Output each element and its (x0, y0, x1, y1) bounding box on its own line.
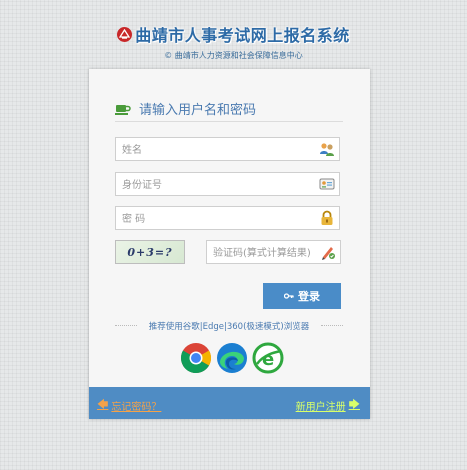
register-link[interactable]: 新用户注册 🡆 (296, 396, 360, 415)
lock-icon (319, 210, 335, 226)
forgot-password-label: 忘记密码？ (111, 402, 162, 413)
title-row: 曲靖市人事考试网上报名系统 (0, 22, 467, 46)
360-browser-icon[interactable]: e (252, 342, 284, 374)
login-heading: 请输入用户名和密码 (115, 99, 343, 122)
browser-recommendation: 推荐使用谷歌|Edge|360(极速模式)浏览器 (115, 320, 343, 332)
captcha-input[interactable] (207, 242, 323, 265)
key-icon (283, 290, 294, 303)
login-heading-text: 请输入用户名和密码 (139, 103, 257, 118)
arrow-left-icon: 🡄 (97, 398, 109, 411)
arrow-right-icon: 🡆 (348, 398, 360, 411)
coffee-cup-icon (115, 101, 131, 115)
register-label: 新用户注册 (295, 402, 346, 413)
pencil-icon (320, 244, 336, 260)
captcha-image[interactable]: 0+3=? (115, 240, 185, 264)
id-number-input[interactable] (116, 174, 312, 197)
name-field (115, 137, 340, 162)
browser-list: e (180, 342, 284, 374)
login-card: 请输入用户名和密码 姓名 身份证号 0+3=? 验证码(算式计算结果) 登录 推… (89, 69, 370, 419)
password-input[interactable] (116, 208, 312, 231)
login-button-label: 登录 (298, 290, 320, 303)
id-field (115, 172, 340, 197)
page-title: 曲靖市人事考试网上报名系统 (135, 26, 350, 45)
captcha-field (206, 240, 341, 265)
users-icon (319, 141, 335, 157)
header: 曲靖市人事考试网上报名系统 © 曲靖市人力资源和社会保障信息中心 (0, 22, 467, 61)
card-footer: 🡄 忘记密码？ 新用户注册 🡆 (89, 387, 370, 419)
forgot-password-link[interactable]: 🡄 忘记密码？ (97, 396, 161, 415)
chrome-icon[interactable] (180, 342, 212, 374)
password-field (115, 206, 340, 231)
id-card-icon (319, 176, 335, 192)
name-input[interactable] (116, 139, 312, 162)
logo-icon (117, 26, 133, 42)
edge-icon[interactable] (216, 342, 248, 374)
login-button[interactable]: 登录 (263, 283, 341, 309)
page-subtitle: © 曲靖市人力资源和社会保障信息中心 (164, 51, 303, 60)
